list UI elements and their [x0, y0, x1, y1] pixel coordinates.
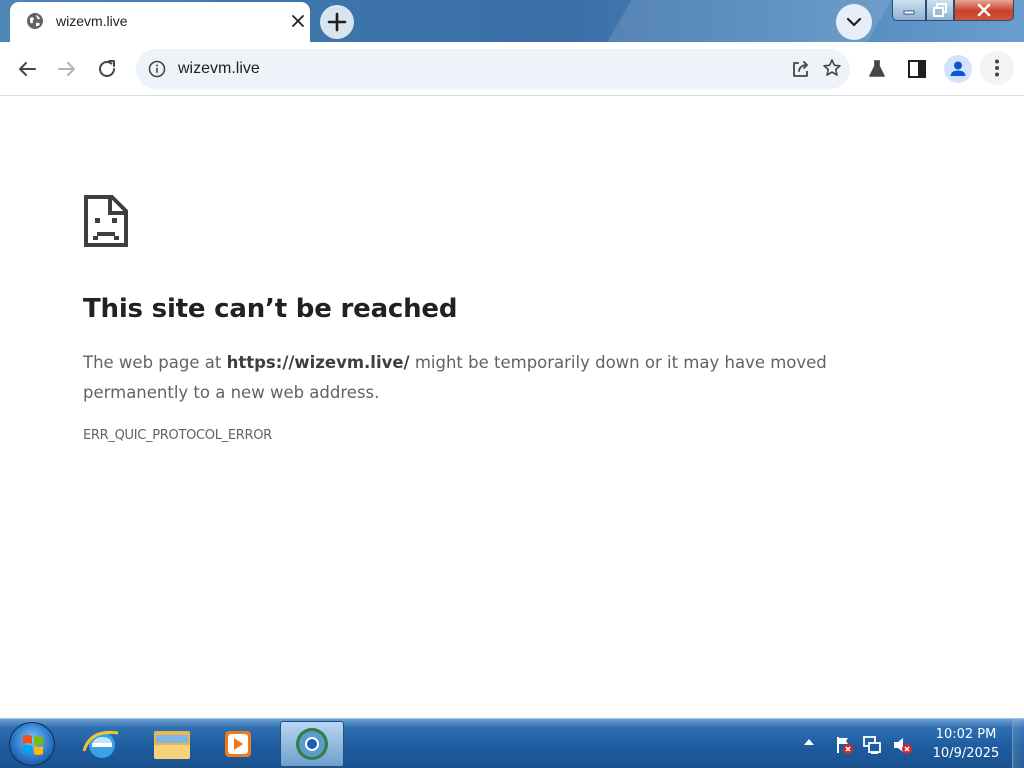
url-text[interactable]: wizevm.live — [178, 60, 260, 78]
taskbar-file-explorer[interactable] — [140, 721, 204, 767]
restore-button[interactable] — [926, 0, 954, 21]
reload-icon[interactable] — [95, 57, 119, 81]
minimize-button[interactable] — [892, 0, 926, 21]
chrome-icon — [296, 728, 328, 760]
kebab-menu-icon — [995, 59, 999, 77]
error-url: https://wizevm.live/ — [226, 353, 410, 372]
windows-logo-icon — [23, 735, 43, 755]
error-code: ERR_QUIC_PROTOCOL_ERROR — [83, 428, 272, 443]
error-page: This site can’t be reached The web page … — [0, 97, 1024, 718]
minimize-icon — [903, 10, 915, 15]
sad-page-icon — [84, 195, 128, 247]
taskbar-internet-explorer[interactable] — [70, 721, 134, 767]
menu-button[interactable] — [980, 51, 1014, 85]
address-bar[interactable]: wizevm.live — [136, 49, 850, 89]
window-close-button[interactable] — [954, 0, 1014, 21]
browser-toolbar: wizevm.live — [0, 42, 1024, 96]
profile-button[interactable] — [944, 55, 972, 83]
taskbar-chrome[interactable] — [280, 721, 344, 767]
tray-expand-icon[interactable] — [803, 737, 815, 747]
clock-time: 10:02 PM — [935, 727, 997, 742]
new-tab-button[interactable] — [320, 5, 354, 39]
media-player-icon — [225, 731, 251, 757]
taskbar-media-player[interactable] — [205, 721, 269, 767]
action-center-flag-icon[interactable] — [834, 735, 854, 755]
tab-title: wizevm.live — [56, 13, 128, 29]
file-explorer-icon — [154, 731, 190, 759]
info-icon[interactable] — [148, 60, 166, 78]
restore-icon — [933, 3, 947, 17]
tab-active[interactable]: wizevm.live — [10, 2, 310, 42]
chevron-down-icon — [846, 17, 862, 27]
clock-date: 10/9/2025 — [932, 746, 1000, 761]
taskbar: 10:02 PM 10/9/2025 — [0, 718, 1024, 768]
title-bar: wizevm.live — [0, 0, 1024, 42]
window-controls — [892, 0, 1020, 22]
person-icon — [950, 61, 966, 76]
arrow-right-icon[interactable] — [55, 57, 79, 81]
close-icon[interactable] — [290, 13, 306, 29]
flask-icon[interactable] — [865, 57, 889, 81]
tab-search-button[interactable] — [836, 4, 872, 40]
close-icon — [977, 3, 991, 17]
error-title: This site can’t be reached — [83, 294, 458, 324]
plus-icon — [327, 12, 347, 32]
side-panel-icon[interactable] — [905, 57, 929, 81]
internet-explorer-icon — [82, 730, 119, 758]
error-description: The web page at https://wizevm.live/ mig… — [83, 348, 933, 408]
network-icon[interactable] — [863, 735, 883, 755]
share-icon[interactable] — [791, 59, 811, 79]
arrow-left-icon[interactable] — [15, 57, 39, 81]
volume-muted-icon[interactable] — [892, 735, 912, 755]
show-desktop-button[interactable] — [1012, 719, 1024, 768]
error-description-prefix: The web page at — [83, 353, 227, 372]
globe-icon — [27, 13, 43, 29]
system-clock[interactable]: 10:02 PM 10/9/2025 — [926, 725, 1006, 763]
star-icon[interactable] — [822, 58, 842, 78]
start-button[interactable] — [9, 722, 55, 766]
